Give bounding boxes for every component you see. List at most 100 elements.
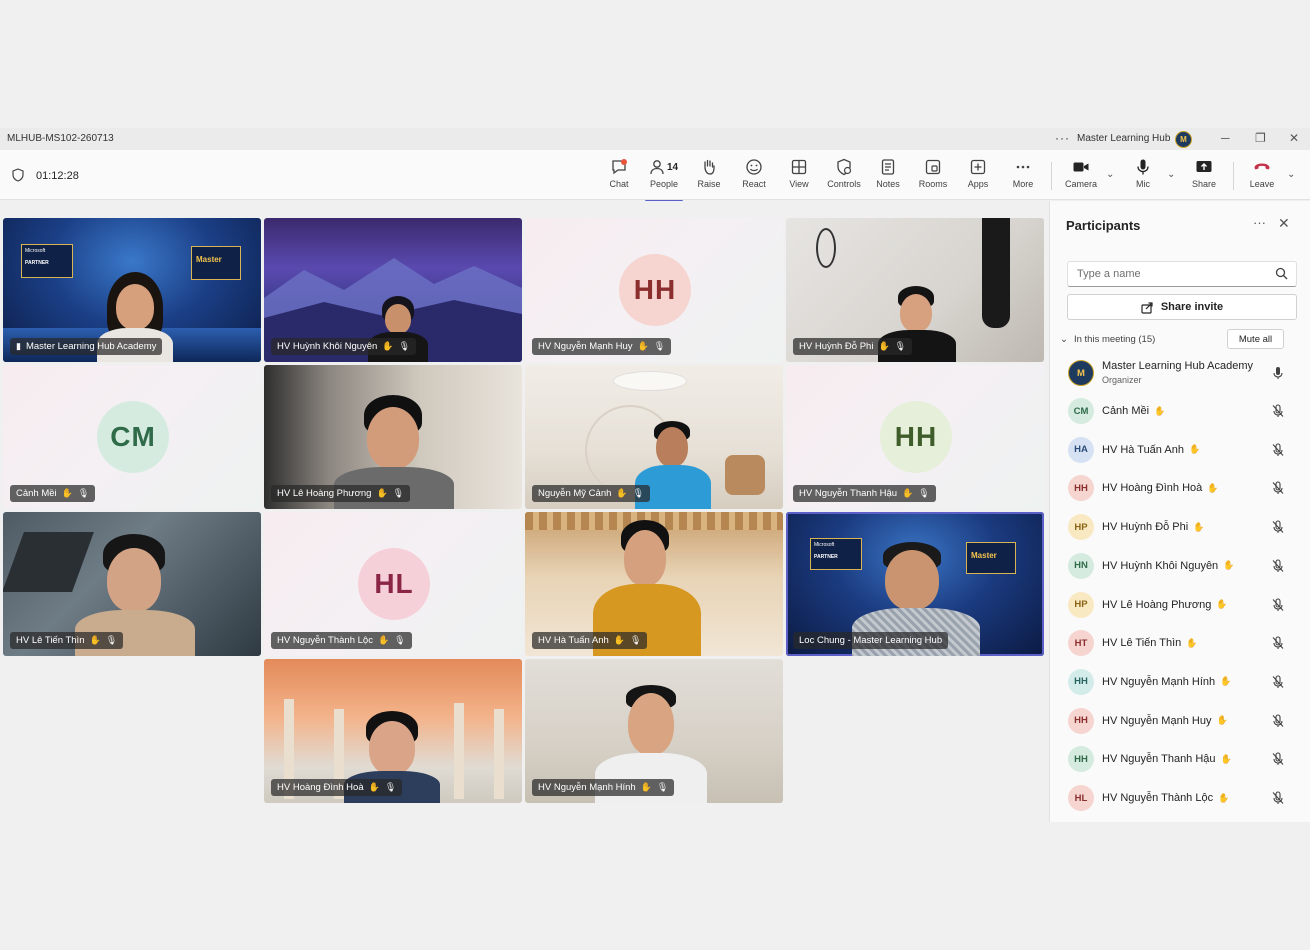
- mic-off-icon[interactable]: [1271, 559, 1285, 573]
- raise-hand-button[interactable]: Raise: [687, 158, 731, 198]
- participant-avatar: HP: [1068, 514, 1094, 541]
- tree-trunk: [494, 709, 504, 799]
- react-button[interactable]: React: [732, 158, 776, 198]
- hanging-bag: [982, 218, 1010, 328]
- participant-avatar: HH: [880, 401, 952, 473]
- mic-off-icon[interactable]: [1271, 443, 1285, 457]
- leave-options-chevron-icon[interactable]: ⌄: [1287, 169, 1295, 180]
- share-icon: [1196, 161, 1212, 172]
- restore-icon[interactable]: ❐: [1255, 131, 1266, 145]
- video-tile[interactable]: Microsoft PARTNER Master ▮ Master Learning…: [3, 218, 261, 362]
- mic-off-icon: 🎙: [105, 635, 118, 645]
- participant-name: HV Huỳnh Khôi Nguyên ✋: [1102, 560, 1234, 572]
- mic-off-icon[interactable]: [1271, 520, 1285, 534]
- mic-off-icon[interactable]: [1271, 791, 1285, 805]
- video-tile[interactable]: Nguyễn Mỹ Cảnh ✋ 🎙: [525, 365, 783, 509]
- mic-off-icon[interactable]: [1271, 636, 1285, 650]
- org-avatar[interactable]: M: [1175, 131, 1192, 148]
- video-tile-active-speaker[interactable]: Microsoft PARTNER Master Loc Chung - Mast…: [786, 512, 1044, 656]
- participant-search-input[interactable]: Type a name: [1067, 261, 1297, 287]
- participant-avatar: HH: [1068, 475, 1094, 502]
- video-tile[interactable]: HV Lê Hoàng Phương ✋ 🎙: [264, 365, 522, 509]
- close-window-icon[interactable]: ✕: [1289, 131, 1299, 145]
- more-button[interactable]: More: [1001, 158, 1045, 198]
- mic-off-icon[interactable]: [1271, 714, 1285, 728]
- participant-nametag: HV Nguyễn Thành Lộc ✋ 🎙: [271, 632, 412, 649]
- participant-row[interactable]: HP HV Huỳnh Đỗ Phi ✋: [1050, 508, 1310, 546]
- video-tile[interactable]: HV Hoàng Đình Hoà ✋ 🎙: [264, 659, 522, 803]
- panel-more-icon[interactable]: ···: [1253, 215, 1266, 230]
- panel-close-icon[interactable]: ✕: [1278, 215, 1290, 232]
- person-face: [628, 693, 674, 755]
- participant-row[interactable]: HH HV Nguyễn Thanh Hậu ✋: [1050, 740, 1310, 778]
- participant-name-text: HV Hoàng Đình Hoà: [1102, 482, 1203, 495]
- raised-hand-icon: ✋: [1220, 676, 1232, 687]
- video-tile[interactable]: HV Nguyễn Mạnh Hính ✋ 🎙: [525, 659, 783, 803]
- people-button[interactable]: 14 People: [642, 158, 686, 202]
- chat-button[interactable]: Chat: [597, 158, 641, 198]
- participant-row[interactable]: HT HV Lê Tiến Thìn ✋: [1050, 624, 1310, 662]
- minimize-icon[interactable]: ─: [1221, 131, 1230, 145]
- person-face: [900, 294, 932, 332]
- mic-button[interactable]: Mic: [1121, 158, 1165, 198]
- participant-avatar: HH: [1068, 668, 1094, 695]
- share-button[interactable]: Share: [1182, 158, 1226, 198]
- org-name[interactable]: Master Learning Hub: [1077, 133, 1170, 144]
- share-invite-icon: [1141, 301, 1153, 314]
- in-meeting-section-toggle[interactable]: ⌄ In this meeting (15): [1060, 334, 1155, 345]
- video-tile[interactable]: CM Cảnh Mềi ✋ 🎙: [3, 365, 261, 509]
- share-invite-button[interactable]: Share invite: [1067, 294, 1297, 320]
- camera-options-chevron-icon[interactable]: ⌄: [1106, 169, 1114, 180]
- mic-off-icon[interactable]: [1271, 597, 1285, 612]
- shield-icon: [12, 168, 24, 182]
- participant-row[interactable]: M Master Learning Hub Academy Organizer: [1050, 354, 1310, 392]
- mic-off-icon: 🎙: [894, 341, 907, 351]
- video-tile[interactable]: HV Hà Tuấn Anh ✋ 🎙: [525, 512, 783, 656]
- participant-name: Loc Chung - Master Learning Hub: [799, 635, 943, 646]
- participant-name: Cảnh Mềi ✋: [1102, 405, 1165, 417]
- participant-row[interactable]: HH HV Nguyễn Mạnh Huy ✋: [1050, 702, 1310, 740]
- mic-off-icon[interactable]: [1271, 404, 1285, 418]
- person-face: [656, 427, 688, 467]
- mic-off-icon: 🎙: [656, 782, 669, 792]
- mic-options-chevron-icon[interactable]: ⌄: [1167, 169, 1175, 180]
- rooms-button[interactable]: Rooms: [911, 158, 955, 198]
- participant-row[interactable]: HA HV Hà Tuấn Anh ✋: [1050, 431, 1310, 469]
- video-tile[interactable]: HV Lê Tiến Thìn ✋ 🎙: [3, 512, 261, 656]
- participant-name: HV Nguyễn Mạnh Huy ✋: [1102, 715, 1228, 727]
- participant-row[interactable]: HH HV Hoàng Đình Hoà ✋: [1050, 469, 1310, 507]
- mic-off-icon[interactable]: [1271, 752, 1285, 766]
- video-tile[interactable]: HV Huỳnh Khôi Nguyên ✋ 🎙: [264, 218, 522, 362]
- window-more-icon[interactable]: ···: [1055, 131, 1070, 145]
- camera-label: Camera: [1064, 179, 1097, 189]
- video-tile[interactable]: HL HV Nguyễn Thành Lộc ✋ 🎙: [264, 512, 522, 656]
- view-button[interactable]: View: [777, 158, 821, 198]
- mute-all-button[interactable]: Mute all: [1227, 329, 1284, 349]
- mic-off-icon[interactable]: [1271, 675, 1285, 689]
- apps-button[interactable]: Apps: [956, 158, 1000, 198]
- participant-row[interactable]: HN HV Huỳnh Khôi Nguyên ✋: [1050, 547, 1310, 585]
- camera-button[interactable]: Camera: [1059, 158, 1103, 198]
- participant-avatar: HN: [1068, 552, 1094, 579]
- participant-row[interactable]: CM Cảnh Mềi ✋: [1050, 392, 1310, 430]
- participant-name: HV Hà Tuấn Anh: [538, 635, 609, 646]
- mic-off-icon[interactable]: [1271, 481, 1285, 495]
- participant-name: HV Lê Hoàng Phương ✋: [1102, 599, 1228, 611]
- video-tile[interactable]: HV Huỳnh Đỗ Phi ✋ 🎙: [786, 218, 1044, 362]
- grid-icon: [791, 159, 807, 175]
- participant-name: Nguyễn Mỹ Cảnh: [538, 488, 612, 499]
- participant-row[interactable]: HL HV Nguyễn Thành Lộc ✋: [1050, 779, 1310, 817]
- participant-avatar: HL: [358, 548, 430, 620]
- raised-hand-icon: ✋: [1223, 560, 1235, 571]
- participant-avatar: CM: [97, 401, 169, 473]
- participant-avatar: HH: [1068, 746, 1094, 773]
- video-tile[interactable]: HH HV Nguyễn Thanh Hậu ✋ 🎙: [786, 365, 1044, 509]
- notes-button[interactable]: Notes: [866, 158, 910, 198]
- leave-button[interactable]: Leave: [1240, 158, 1284, 198]
- participant-name-text: Master Learning Hub Academy: [1102, 360, 1254, 372]
- controls-button[interactable]: Controls: [822, 158, 866, 198]
- video-tile[interactable]: HH HV Nguyễn Mạnh Huy ✋ 🎙: [525, 218, 783, 362]
- camera-icon: [1073, 162, 1089, 172]
- participant-row[interactable]: HH HV Nguyễn Mạnh Hính ✋: [1050, 663, 1310, 701]
- participant-row[interactable]: HP HV Lê Hoàng Phương ✋: [1050, 586, 1310, 624]
